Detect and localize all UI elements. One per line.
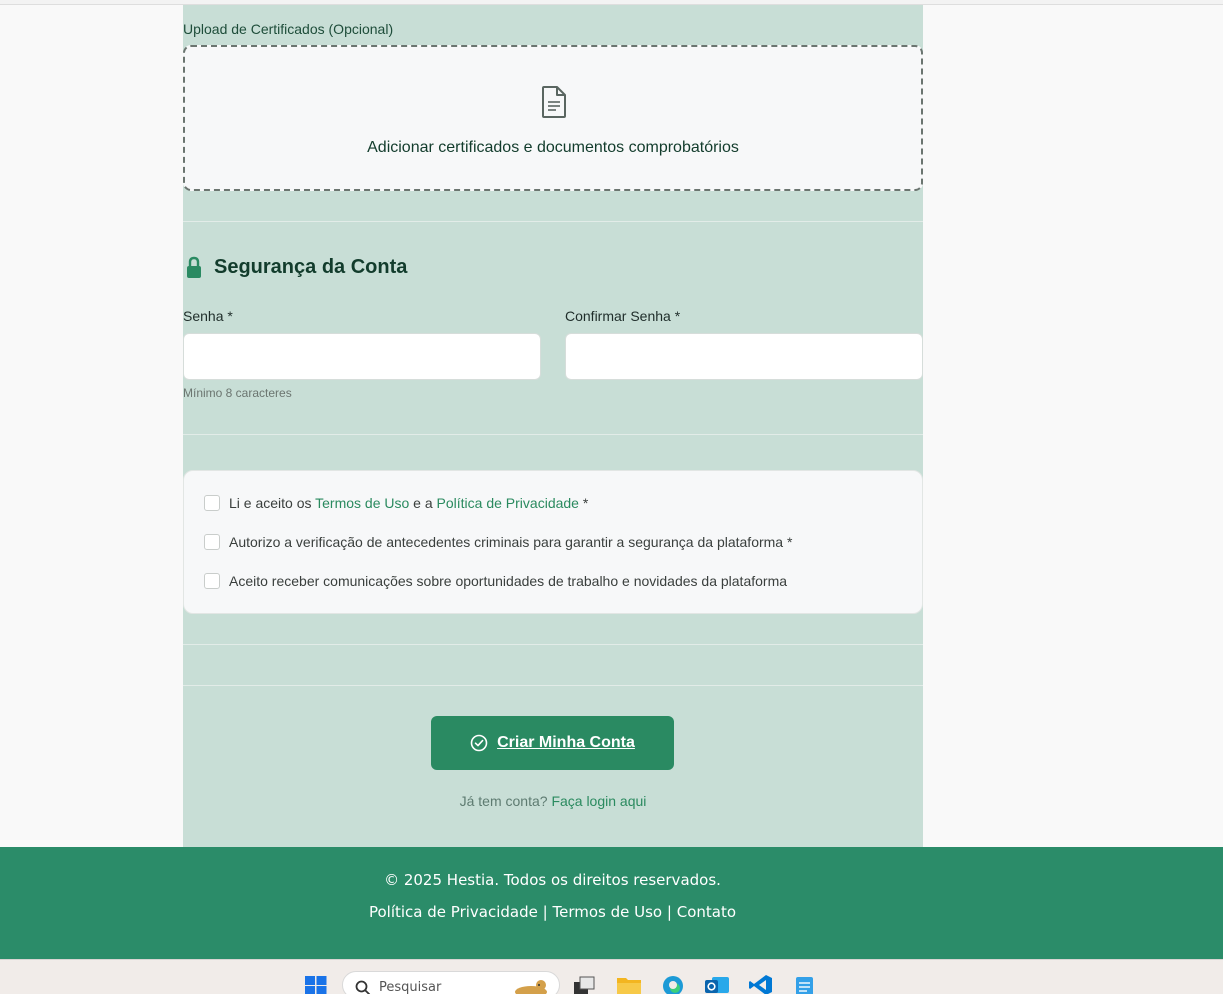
consent-text: Li e aceito os Termos de Uso e a Polític… [229,495,589,511]
communications-checkbox[interactable] [204,573,220,589]
registration-form-panel: Upload de Certificados (Opcional) Adicio… [183,5,923,847]
consent-text: Aceito receber comunicações sobre oportu… [229,573,788,589]
consent-terms-row: Li e aceito os Termos de Uso e a Polític… [204,495,588,511]
task-view-icon[interactable] [572,974,598,994]
windows-start-icon[interactable] [305,976,327,994]
confirm-password-label: Confirmar Senha * [565,308,681,324]
document-icon [542,86,566,118]
section-divider [183,434,923,435]
create-account-button[interactable]: Criar Minha Conta [431,716,674,770]
copyright-text: © 2025 Hestia. Todos os direitos reserva… [384,871,721,889]
terms-checkbox[interactable] [204,495,220,511]
privacy-link[interactable]: Política de Privacidade [437,495,579,511]
upload-certificates-label: Upload de Certificados (Opcional) [183,21,394,37]
footer-terms-link[interactable]: Termos de Uso [552,903,662,921]
notepad-icon[interactable] [792,974,818,994]
vscode-icon[interactable] [748,974,774,994]
page-footer: © 2025 Hestia. Todos os direitos reserva… [0,847,1223,959]
outlook-icon[interactable] [704,974,730,994]
background-check-checkbox[interactable] [204,534,220,550]
confirm-password-input[interactable] [565,333,923,380]
create-account-label: Criar Minha Conta [497,734,635,751]
consent-background-check-row: Autorizo a verificação de antecedentes c… [204,534,792,550]
edge-icon[interactable] [660,974,686,994]
file-explorer-icon[interactable] [616,974,642,994]
certificate-dropzone[interactable]: Adicionar certificados e documentos comp… [183,45,923,191]
security-section-header: Segurança da Conta [186,255,407,279]
consent-text: Autorizo a verificação de antecedentes c… [229,534,793,550]
footer-separator: | [542,903,548,921]
consent-communications-row: Aceito receber comunicações sobre oportu… [204,573,787,589]
footer-separator: | [666,903,672,921]
search-placeholder: Pesquisar [379,980,442,994]
footer-contact-link[interactable]: Contato [677,903,736,921]
password-hint: Mínimo 8 caracteres [183,386,292,400]
check-circle-icon [470,734,488,752]
section-divider [183,685,923,686]
footer-privacy-link[interactable]: Política de Privacidade [369,903,538,921]
password-label: Senha * [183,308,233,324]
taskbar-search[interactable]: Pesquisar [342,971,560,994]
footer-links: Política de Privacidade | Termos de Uso … [0,903,1105,921]
section-divider [183,221,923,222]
taskbar: Pesquisar [0,959,1223,994]
password-input[interactable] [183,333,541,380]
lock-icon [187,256,201,278]
search-highlight-icon [515,980,547,994]
section-divider [183,644,923,645]
terms-link[interactable]: Termos de Uso [315,495,409,511]
search-icon [355,980,371,994]
section-title: Segurança da Conta [214,255,408,278]
dropzone-text: Adicionar certificados e documentos comp… [367,139,739,156]
login-prompt: Já tem conta? Faça login aqui [459,793,647,809]
consent-box: Li e aceito os Termos de Uso e a Polític… [183,470,923,614]
login-link[interactable]: Faça login aqui [551,793,646,809]
